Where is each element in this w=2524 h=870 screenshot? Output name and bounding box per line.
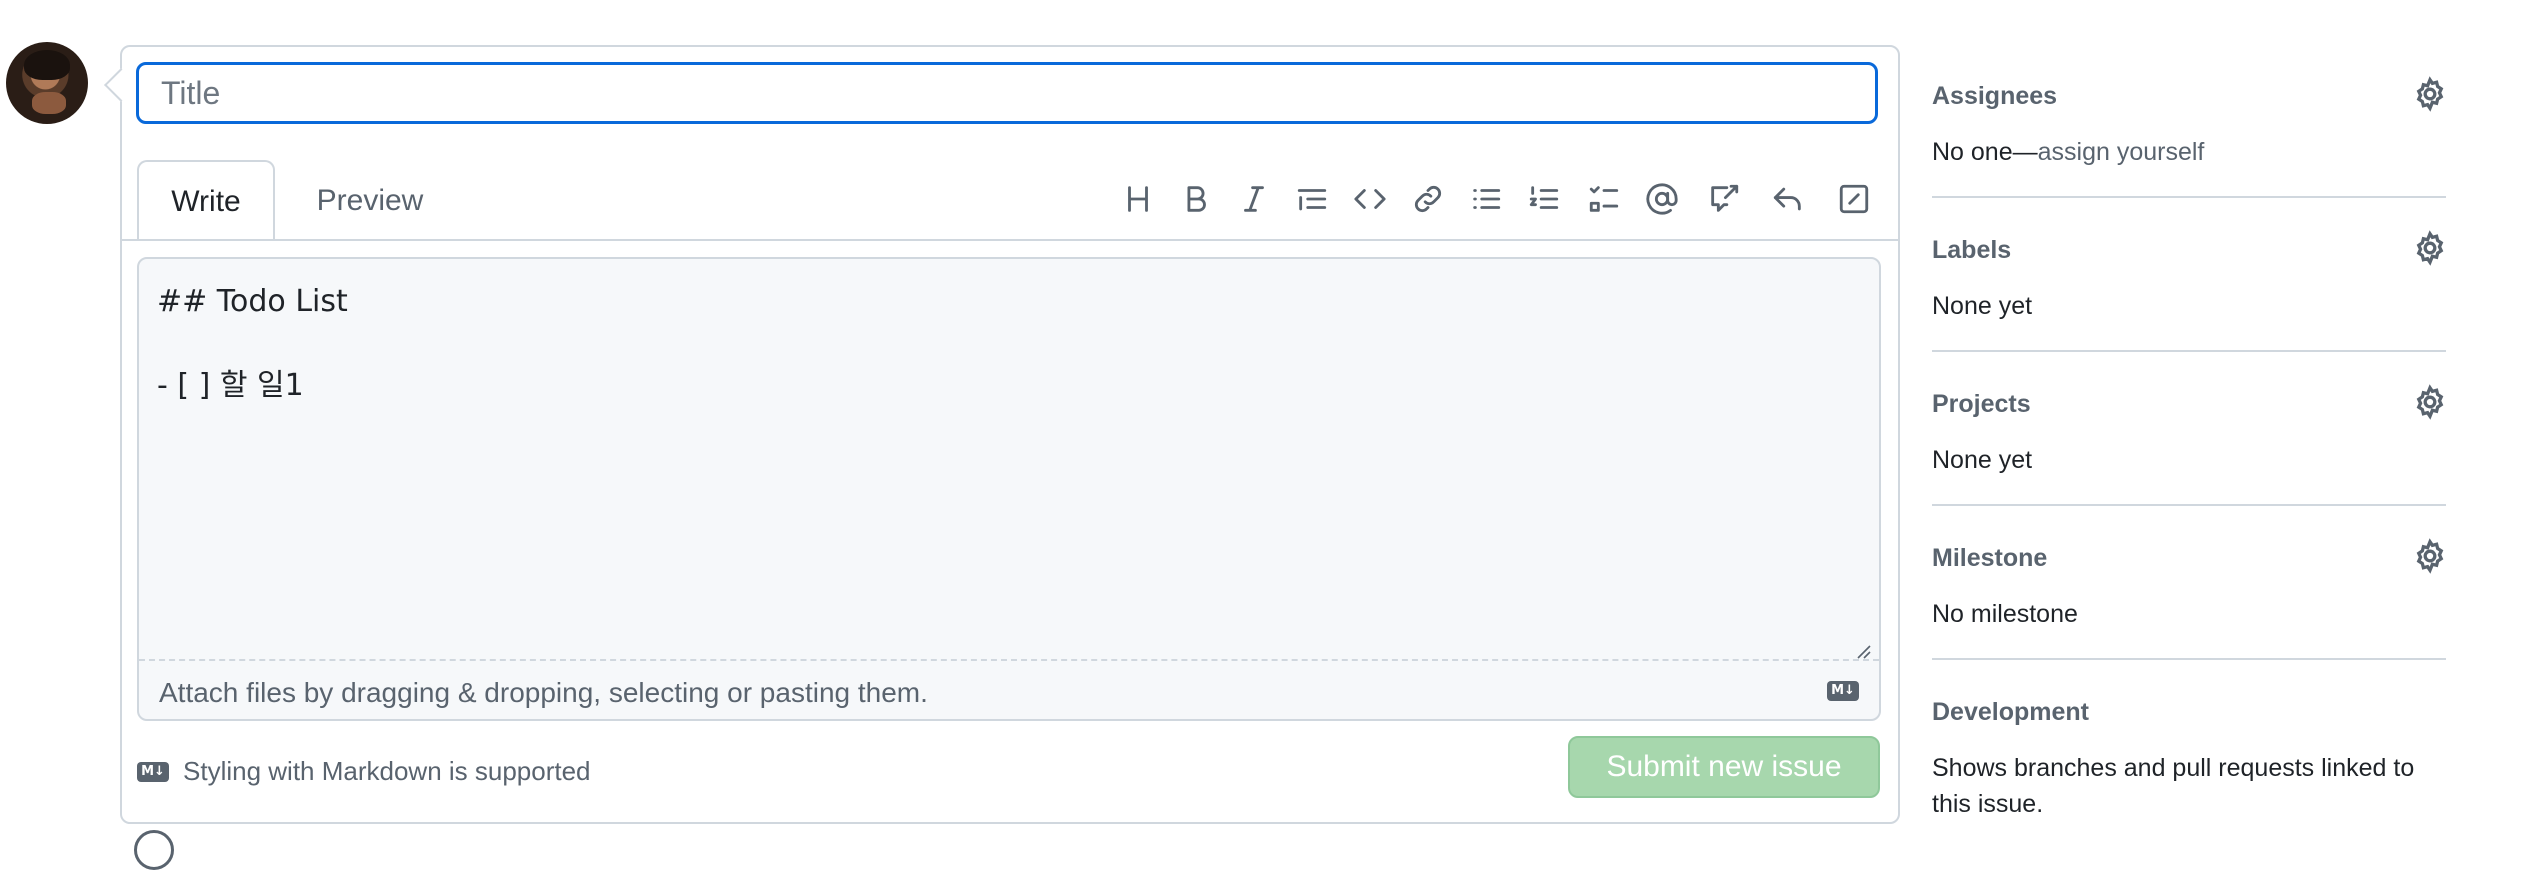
sidebar-divider (1932, 658, 2446, 660)
italic-icon (1244, 186, 1264, 212)
resize-handle-icon[interactable] (1855, 643, 1871, 659)
bold-icon (1187, 186, 1206, 212)
gear-icon (2416, 538, 2444, 574)
sidebar-divider (1932, 196, 2446, 198)
code-button[interactable] (1349, 178, 1391, 220)
heading-button[interactable] (1117, 178, 1159, 220)
avatar-face (32, 92, 66, 114)
gear-icon (2416, 230, 2444, 266)
sidebar-title-labels[interactable]: Labels (1932, 236, 2011, 265)
quote-icon (1297, 189, 1327, 211)
tab-preview[interactable]: Preview (300, 160, 440, 241)
bold-button[interactable] (1175, 178, 1217, 220)
fullscreen-icon (1839, 184, 1869, 214)
quote-button[interactable] (1291, 178, 1333, 220)
development-value: Shows branches and pull requests linked … (1932, 754, 2415, 818)
sidebar-title-development: Development (1932, 698, 2089, 726)
mention-button[interactable] (1641, 178, 1683, 220)
code-icon (1354, 189, 1386, 209)
submit-issue-button[interactable]: Submit new issue (1568, 736, 1880, 798)
italic-button[interactable] (1233, 178, 1275, 220)
milestone-value: No milestone (1932, 600, 2078, 628)
assign-yourself-link[interactable]: assign yourself (2038, 138, 2205, 166)
tab-write[interactable]: Write (137, 160, 275, 241)
markdown-icon: M↓ (137, 761, 169, 782)
title-input[interactable] (136, 62, 1878, 124)
comment-editor[interactable]: ## Todo List - [ ] 할 일1 Attach files by … (137, 257, 1881, 721)
gear-icon (2416, 76, 2444, 112)
sidebar-title-milestone[interactable]: Milestone (1932, 544, 2047, 573)
labels-settings-button[interactable] (2412, 230, 2448, 266)
projects-settings-button[interactable] (2412, 384, 2448, 420)
reference-button[interactable] (1703, 178, 1745, 220)
link-button[interactable] (1407, 178, 1449, 220)
saved-reply-icon (1773, 187, 1801, 211)
unordered-list-icon (1473, 189, 1501, 209)
tab-divider (122, 239, 1898, 241)
fullscreen-button[interactable] (1833, 178, 1875, 220)
labels-value: None yet (1932, 292, 2033, 320)
info-icon (134, 830, 174, 870)
ordered-list-icon (1529, 186, 1559, 209)
link-icon (1414, 185, 1442, 213)
assignees-none-text: No one— (1932, 138, 2038, 166)
assignees-settings-button[interactable] (2412, 76, 2448, 112)
ordered-list-button[interactable] (1523, 178, 1565, 220)
sidebar-divider (1932, 350, 2446, 352)
unordered-list-button[interactable] (1465, 178, 1507, 220)
sidebar-title-projects[interactable]: Projects (1932, 390, 2031, 419)
avatar-hair (24, 50, 70, 80)
sidebar-divider (1932, 504, 2446, 506)
task-list-button[interactable] (1583, 178, 1625, 220)
markdown-support-note[interactable]: M↓ Styling with Markdown is supported (137, 756, 591, 787)
user-avatar[interactable] (6, 42, 88, 124)
sidebar-title-assignees[interactable]: Assignees (1932, 82, 2057, 111)
projects-value: None yet (1932, 446, 2033, 474)
markdown-support-text: Styling with Markdown is supported (183, 756, 591, 786)
markdown-icon: M↓ (1827, 681, 1859, 701)
reference-icon (1711, 184, 1739, 212)
milestone-settings-button[interactable] (2412, 538, 2448, 574)
gear-icon (2416, 384, 2444, 420)
task-list-icon (1589, 186, 1619, 212)
attach-files-bar[interactable]: Attach files by dragging & dropping, sel… (139, 659, 1879, 721)
attach-files-text: Attach files by dragging & dropping, sel… (159, 677, 928, 708)
heading-icon (1128, 186, 1148, 212)
saved-reply-button[interactable] (1767, 178, 1809, 220)
editor-content[interactable]: ## Todo List - [ ] 할 일1 (157, 281, 348, 407)
assignees-value: No one—assign yourself (1932, 134, 2432, 170)
mention-icon (1646, 183, 1678, 215)
